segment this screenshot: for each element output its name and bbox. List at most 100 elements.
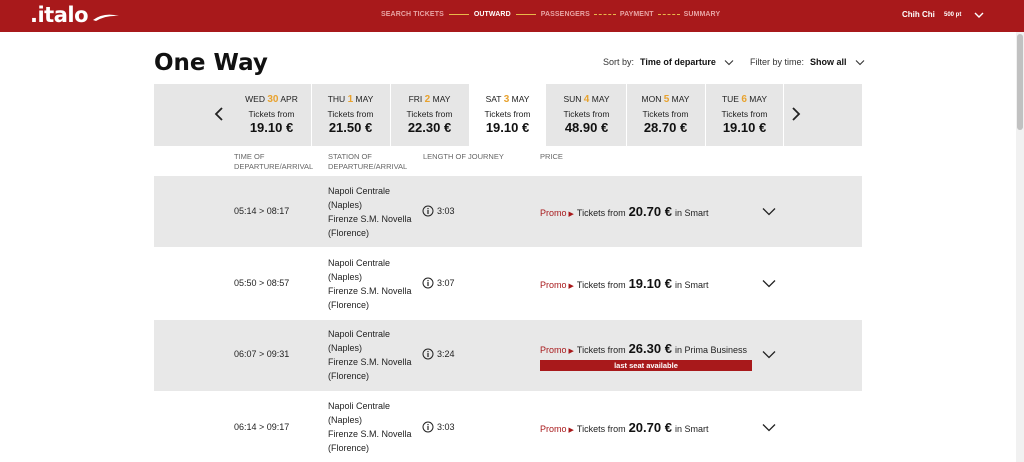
station-line: Firenze S.M. Novella [328,286,412,296]
user-name[interactable]: Chih Chi [902,10,935,19]
train-row[interactable]: 06:14 > 09:17 Napoli Centrale (Naples) F… [154,391,862,462]
filter-value[interactable]: Show all [810,57,847,67]
step-summary: SUMMARY [683,11,721,18]
info-icon[interactable] [422,205,434,217]
month: MAY [591,94,610,104]
day-number: 4 [583,94,590,105]
date-price: 22.30 € [407,120,452,135]
sort-label: Sort by: [603,57,635,67]
date-selector: WED 30 APR Tickets from 19.10 € THU 1 MA… [154,84,862,146]
column-header-line: DEPARTURE/ARRIVAL [328,162,408,171]
price-info: Promo ▶ Tickets from 20.70 € in Smart [540,204,708,219]
tickets-from-label: Tickets from [327,109,374,119]
month: MAY [511,94,530,104]
chevron-down-icon[interactable] [855,59,865,66]
info-icon[interactable] [422,348,434,360]
user-points: 500 pt [944,12,962,18]
price-amount: 19.10 € [628,276,672,291]
departure-arrival-time: 05:14 > 08:17 [234,206,290,216]
train-row[interactable]: 05:14 > 08:17 Napoli Centrale (Naples) F… [154,176,862,247]
info-icon[interactable] [422,421,434,433]
tickets-from-label: Tickets from [248,109,295,119]
station-line: Firenze S.M. Novella [328,429,412,439]
sort-value[interactable]: Time of departure [640,57,716,67]
date-tab-sun-4[interactable]: SUN 4 MAY Tickets from 48.90 € [548,84,625,146]
journey-length: 3:03 [422,421,455,433]
step-separator [657,14,680,15]
station-line: (Florence) [328,228,370,238]
promo-label: Promo [540,345,567,355]
day-number: 1 [347,94,354,105]
sort-dropdown[interactable]: Sort by: Time of departure [603,57,734,67]
page-scrollbar[interactable] [1016,32,1024,462]
date-tab-fri-2[interactable]: FRI 2 MAY Tickets from 22.30 € [391,84,468,146]
promo-label: Promo [540,424,567,434]
station-line: Napoli Centrale [328,186,391,196]
tickets-from-label: Tickets from [484,109,531,119]
date-price: 19.10 € [722,120,767,135]
date-price: 28.70 € [643,120,688,135]
step-outward: OUTWARD [473,11,511,18]
filter-time-dropdown[interactable]: Filter by time: Show all [750,57,865,67]
date-tab-tue-6[interactable]: TUE 6 MAY Tickets from 19.10 € [706,84,783,146]
month: APR [280,94,298,104]
triangle-right-icon: ▶ [568,427,574,434]
price-amount: 20.70 € [628,204,672,219]
tickets-from-label: Tickets from [642,109,689,119]
month: MAY [749,94,768,104]
departure-arrival-time: 06:14 > 09:17 [234,422,290,432]
price-amount: 20.70 € [628,420,672,435]
station-line: (Florence) [328,371,370,381]
stations: Napoli Centrale (Naples) Firenze S.M. No… [328,256,412,312]
duration-value: 3:03 [437,206,455,216]
date-tab-mon-5[interactable]: MON 5 MAY Tickets from 28.70 € [627,84,704,146]
chevron-down-icon[interactable] [762,207,776,216]
train-row[interactable]: 06:07 > 09:31 Napoli Centrale (Naples) F… [154,320,862,391]
italo-logo[interactable]: .italo [30,3,89,27]
train-row[interactable]: 05:50 > 08:57 Napoli Centrale (Naples) F… [154,248,862,319]
step-separator [593,14,616,15]
price-info: Promo ▶ Tickets from 26.30 € in Prima Bu… [540,341,747,356]
last-seat-badge: last seat available [540,360,752,371]
journey-length: 3:24 [422,348,455,360]
info-icon[interactable] [422,277,434,289]
day-of-week: FRI [408,94,423,104]
top-bar: .italo SEARCH TICKETS OUTWARD PASSENGERS… [0,0,1024,32]
duration-value: 3:03 [437,422,455,432]
triangle-right-icon: ▶ [568,211,574,218]
day-number: 6 [741,94,747,105]
chevron-down-icon[interactable] [762,350,776,359]
tickets-from-label: Tickets from [563,109,610,119]
date-tab-wed-30[interactable]: WED 30 APR Tickets from 19.10 € [233,84,310,146]
day-of-week: THU [327,94,346,104]
date-price: 19.10 € [485,120,530,135]
column-header-line: TIME OF [234,152,265,161]
step-payment: PAYMENT [619,11,654,18]
month: MAY [671,94,690,104]
day-of-week: TUE [721,94,739,104]
chevron-down-icon[interactable] [762,423,776,432]
chevron-down-icon[interactable] [974,11,984,19]
journey-length: 3:03 [422,205,455,217]
tickets-from-label: Tickets from [576,424,626,434]
step-search-tickets[interactable]: SEARCH TICKETS [381,11,444,18]
station-line: Firenze S.M. Novella [328,214,412,224]
tickets-from-label: Tickets from [576,345,626,355]
chevron-down-icon[interactable] [762,279,776,288]
departure-arrival-time: 05:50 > 08:57 [234,278,290,288]
filter-label: Filter by time: [750,57,805,67]
column-header-length: LENGTH OF JOURNEY [423,152,504,161]
date-tab-thu-1[interactable]: THU 1 MAY Tickets from 21.50 € [312,84,389,146]
chevron-left-icon[interactable] [214,106,224,122]
page-title: One Way [154,50,268,76]
month: MAY [432,94,451,104]
station-line: (Naples) [328,415,363,425]
date-tab-sat-3-selected[interactable]: SAT 3 MAY Tickets from 19.10 € [469,84,546,146]
column-header-price: PRICE [540,152,563,161]
promo-label: Promo [540,208,567,218]
column-header-time: TIME OF DEPARTURE/ARRIVAL [234,152,313,172]
chevron-down-icon[interactable] [724,59,734,66]
chevron-right-icon[interactable] [791,106,801,122]
scrollbar-thumb[interactable] [1017,34,1023,130]
month: MAY [355,94,374,104]
